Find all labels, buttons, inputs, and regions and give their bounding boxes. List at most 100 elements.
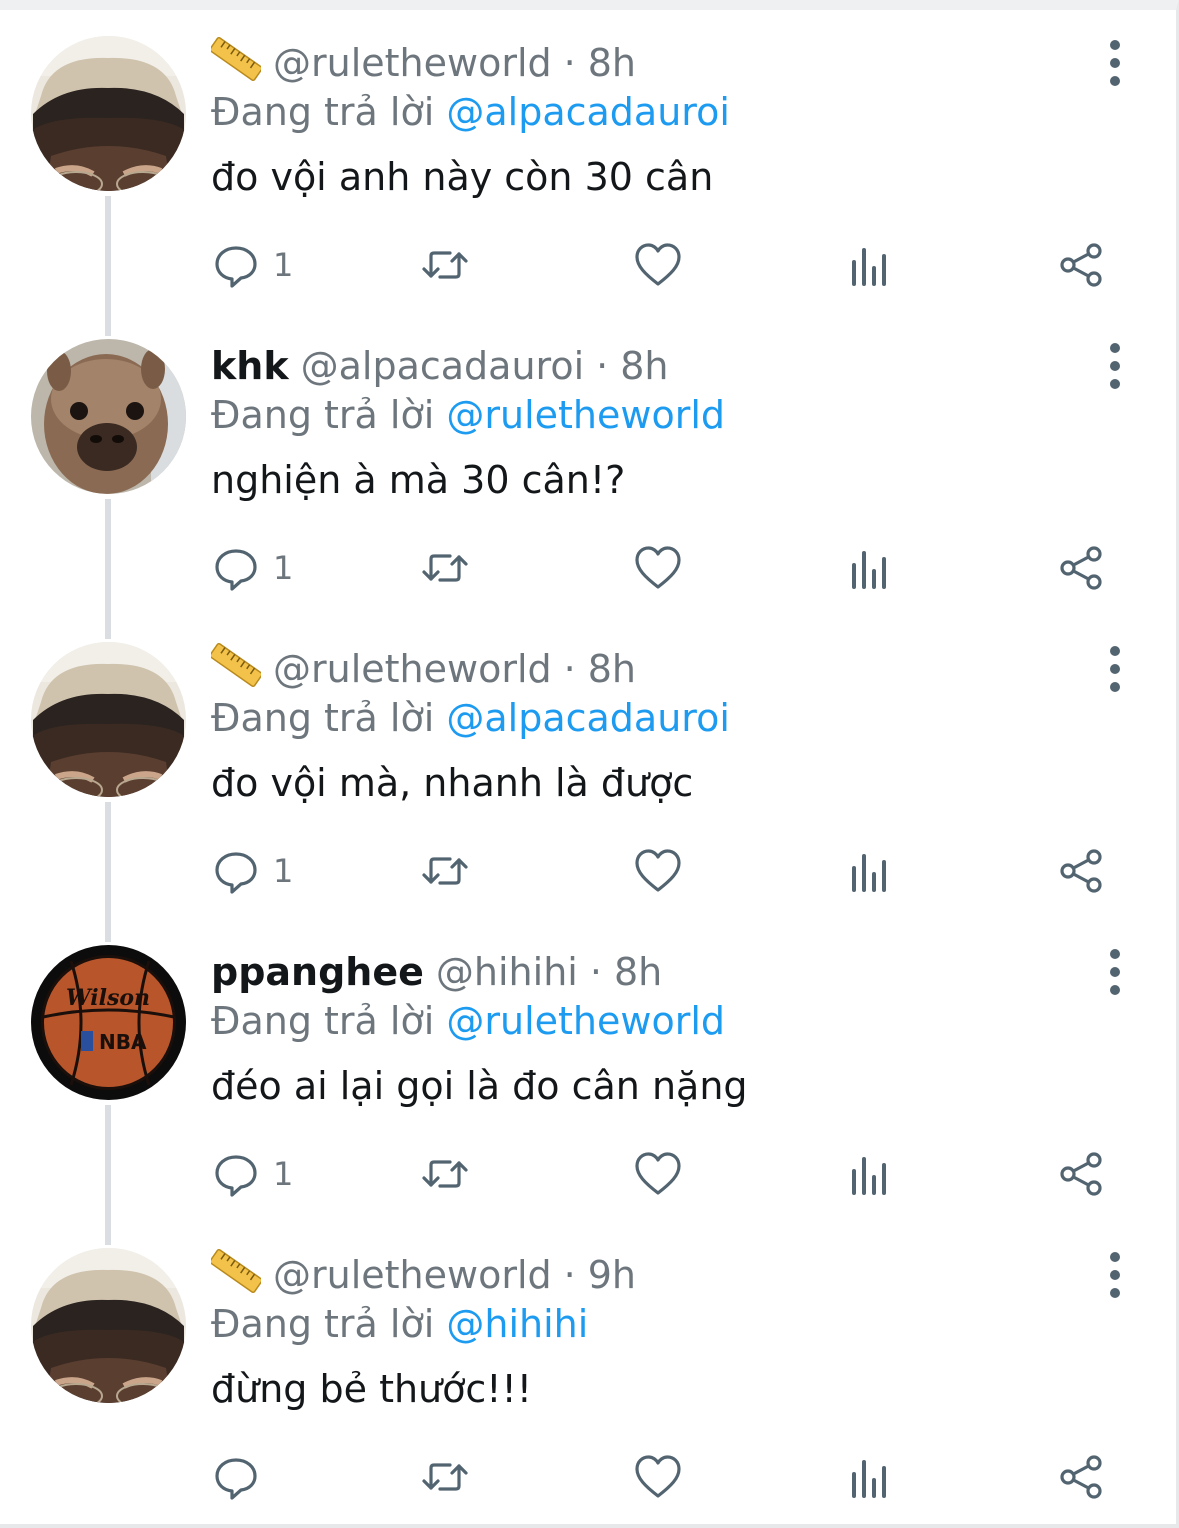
tweet-header: @ruletheworld · 9h: [211, 1248, 636, 1300]
display-name[interactable]: ppanghee: [211, 950, 424, 994]
more-dots-icon: [1110, 1252, 1120, 1262]
more-options-button[interactable]: [1102, 949, 1128, 995]
mention-link[interactable]: @ruletheworld: [446, 999, 725, 1043]
timestamp[interactable]: 8h: [620, 344, 668, 388]
more-dots-icon: [1110, 967, 1120, 977]
svg-text:NBA: NBA: [99, 1030, 147, 1054]
views-button[interactable]: [845, 541, 895, 595]
like-button[interactable]: [633, 541, 683, 595]
like-button[interactable]: [633, 1450, 683, 1504]
user-handle[interactable]: @ruletheworld: [273, 1253, 552, 1297]
timestamp[interactable]: 8h: [614, 950, 662, 994]
like-button[interactable]: [633, 844, 683, 898]
retweet-button[interactable]: [420, 1147, 470, 1201]
share-button[interactable]: [1056, 238, 1106, 292]
more-dots-icon: [1110, 949, 1120, 959]
share-button[interactable]: [1056, 1450, 1106, 1504]
like-button[interactable]: [633, 1147, 683, 1201]
reply-tweet[interactable]: @ruletheworld · 8h Đang trả lời @alpacadaur…: [0, 606, 1179, 909]
reply-tweet[interactable]: Wilson NBA ppanghee @hihihi · 8h Đang trả lời …: [0, 909, 1179, 1212]
more-dots-icon: [1110, 76, 1120, 86]
user-handle[interactable]: @ruletheworld: [273, 41, 552, 85]
reply-icon: [211, 543, 261, 593]
retweet-icon: [420, 846, 470, 896]
heart-icon: [633, 1452, 683, 1502]
reply-count: 1: [273, 246, 294, 284]
share-button[interactable]: [1056, 541, 1106, 595]
more-dots-icon: [1110, 343, 1120, 353]
reply-icon: [211, 1149, 261, 1199]
reply-tweet[interactable]: @ruletheworld · 8h Đang trả lời @alpacadaur…: [0, 0, 1179, 303]
tweet-text: đéo ai lại gọi là đo cân nặng: [211, 1064, 748, 1108]
replying-to-label: Đang trả lời: [211, 696, 435, 740]
reply-button[interactable]: 1: [211, 1147, 293, 1201]
reply-button[interactable]: 1: [211, 238, 293, 292]
tweet-text: nghiện à mà 30 cân!?: [211, 458, 626, 502]
timestamp[interactable]: 8h: [588, 41, 636, 85]
share-button[interactable]: [1056, 1147, 1106, 1201]
more-options-button[interactable]: [1102, 343, 1128, 389]
like-button[interactable]: [633, 238, 683, 292]
views-button[interactable]: [845, 238, 895, 292]
replying-to-label: Đang trả lời: [211, 999, 435, 1043]
heart-icon: [633, 543, 683, 593]
retweet-button[interactable]: [420, 844, 470, 898]
avatar[interactable]: [31, 36, 186, 191]
share-icon: [1056, 543, 1106, 593]
mention-link[interactable]: @hihihi: [446, 1302, 588, 1346]
display-name[interactable]: khk: [211, 344, 289, 388]
more-options-button[interactable]: [1102, 646, 1128, 692]
avatar[interactable]: Wilson NBA: [31, 945, 186, 1100]
more-options-button[interactable]: [1102, 40, 1128, 86]
replying-to-label: Đang trả lời: [211, 90, 435, 134]
more-options-button[interactable]: [1102, 1252, 1128, 1298]
views-button[interactable]: [845, 1450, 895, 1504]
retweet-icon: [420, 543, 470, 593]
timestamp[interactable]: 8h: [588, 647, 636, 691]
reply-tweet[interactable]: @ruletheworld · 9h Đang trả lời @hihihi đừng…: [0, 1212, 1179, 1515]
retweet-button[interactable]: [420, 1450, 470, 1504]
reply-button[interactable]: [211, 1450, 273, 1504]
user-handle[interactable]: @hihihi: [436, 950, 578, 994]
mention-link[interactable]: @ruletheworld: [446, 393, 725, 437]
ruler-emoji-icon: [211, 1246, 261, 1305]
user-handle[interactable]: @ruletheworld: [273, 647, 552, 691]
reply-button[interactable]: 1: [211, 844, 293, 898]
more-dots-icon: [1110, 361, 1120, 371]
avatar[interactable]: [31, 642, 186, 797]
action-bar: 1: [0, 541, 1179, 595]
share-button[interactable]: [1056, 844, 1106, 898]
action-bar: 1: [0, 238, 1179, 292]
share-icon: [1056, 1452, 1106, 1502]
reply-icon: [211, 1452, 261, 1502]
avatar[interactable]: [31, 1248, 186, 1403]
replying-to: Đang trả lời @ruletheworld: [211, 393, 725, 443]
more-dots-icon: [1110, 1270, 1120, 1280]
reply-count: 1: [273, 852, 294, 890]
mention-link[interactable]: @alpacadauroi: [446, 696, 730, 740]
svg-text:Wilson: Wilson: [66, 985, 150, 1011]
views-icon: [845, 543, 895, 593]
dot-separator: ·: [596, 344, 609, 388]
views-icon: [845, 1452, 895, 1502]
views-icon: [845, 1149, 895, 1199]
mention-link[interactable]: @alpacadauroi: [446, 90, 730, 134]
ruler-emoji-icon: [211, 34, 261, 93]
user-handle[interactable]: @alpacadauroi: [301, 344, 585, 388]
reply-icon: [211, 846, 261, 896]
views-button[interactable]: [845, 1147, 895, 1201]
avatar[interactable]: [31, 339, 186, 494]
share-icon: [1056, 240, 1106, 290]
reply-tweet[interactable]: khk @alpacadauroi · 8h Đang trả lời @rulethe…: [0, 303, 1179, 606]
retweet-button[interactable]: [420, 238, 470, 292]
tweet-header: @ruletheworld · 8h: [211, 36, 636, 88]
more-dots-icon: [1110, 682, 1120, 692]
replying-to-label: Đang trả lời: [211, 1302, 435, 1346]
reply-button[interactable]: 1: [211, 541, 293, 595]
action-bar: 1: [0, 1147, 1179, 1201]
tweet-header: @ruletheworld · 8h: [211, 642, 636, 694]
retweet-button[interactable]: [420, 541, 470, 595]
views-button[interactable]: [845, 844, 895, 898]
replying-to-label: Đang trả lời: [211, 393, 435, 437]
timestamp[interactable]: 9h: [588, 1253, 636, 1297]
